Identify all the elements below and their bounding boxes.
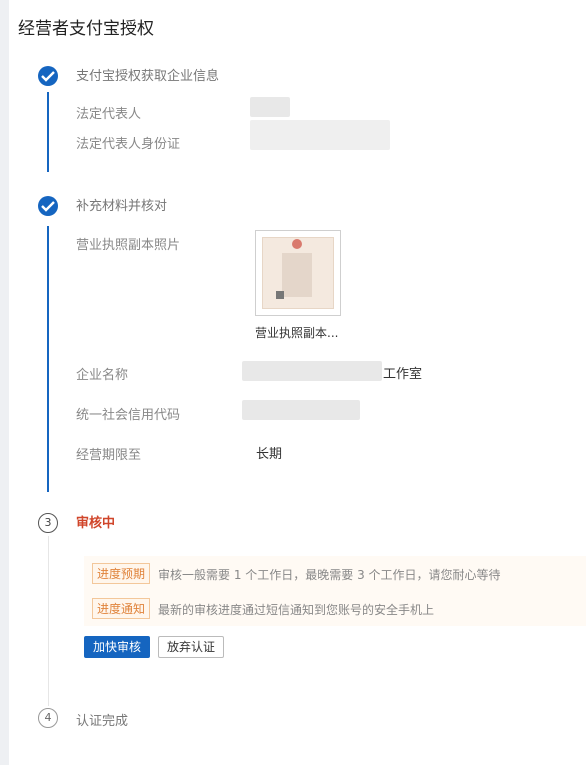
license-photo-thumbnail[interactable] — [255, 230, 341, 316]
progress-expectation-text: 审核一般需要 1 个工作日，最晚需要 3 个工作日，请您耐心等待 — [158, 568, 501, 582]
step-3-number: 3 — [38, 513, 58, 533]
step-2-check-icon — [38, 196, 58, 216]
company-name-suffix: 工作室 — [383, 367, 423, 382]
step-4-title: 认证完成 — [76, 714, 129, 729]
credit-code-label: 统一社会信用代码 — [76, 408, 181, 423]
license-photo-label: 营业执照副本照片 — [76, 238, 181, 253]
step-2-connector — [47, 226, 49, 492]
business-term-label: 经营期限至 — [76, 448, 142, 463]
step-1-check-icon — [38, 66, 58, 86]
company-name-redacted — [242, 361, 382, 381]
abandon-verification-button[interactable]: 放弃认证 — [158, 636, 224, 658]
step-1-connector — [47, 92, 49, 172]
business-term-value: 长期 — [256, 447, 283, 462]
license-blurred-area — [282, 253, 312, 297]
license-photo-caption: 营业执照副本... — [255, 326, 339, 340]
credit-code-redacted — [242, 400, 360, 420]
step-3-connector — [48, 536, 49, 706]
company-name-label: 企业名称 — [76, 368, 129, 383]
qr-code-icon — [276, 291, 284, 299]
legal-rep-value-redacted — [250, 97, 290, 117]
expedite-review-button[interactable]: 加快审核 — [84, 636, 150, 658]
emblem-icon — [292, 239, 302, 249]
legal-rep-id-value-redacted — [250, 120, 390, 150]
progress-notification-text: 最新的审核进度通过短信通知到您账号的安全手机上 — [158, 603, 435, 617]
legal-rep-id-label: 法定代表人身份证 — [76, 137, 181, 152]
step-1-title: 支付宝授权获取企业信息 — [76, 69, 220, 84]
page-title: 经营者支付宝授权 — [18, 19, 154, 39]
left-panel-edge — [0, 0, 9, 765]
step-3-title: 审核中 — [76, 516, 116, 531]
step-2-title: 补充材料并核对 — [76, 199, 168, 214]
step-4-number: 4 — [38, 708, 58, 728]
legal-rep-label: 法定代表人 — [76, 107, 142, 122]
progress-expectation-tag: 进度预期 — [92, 563, 151, 584]
progress-notification-tag: 进度通知 — [92, 598, 151, 619]
